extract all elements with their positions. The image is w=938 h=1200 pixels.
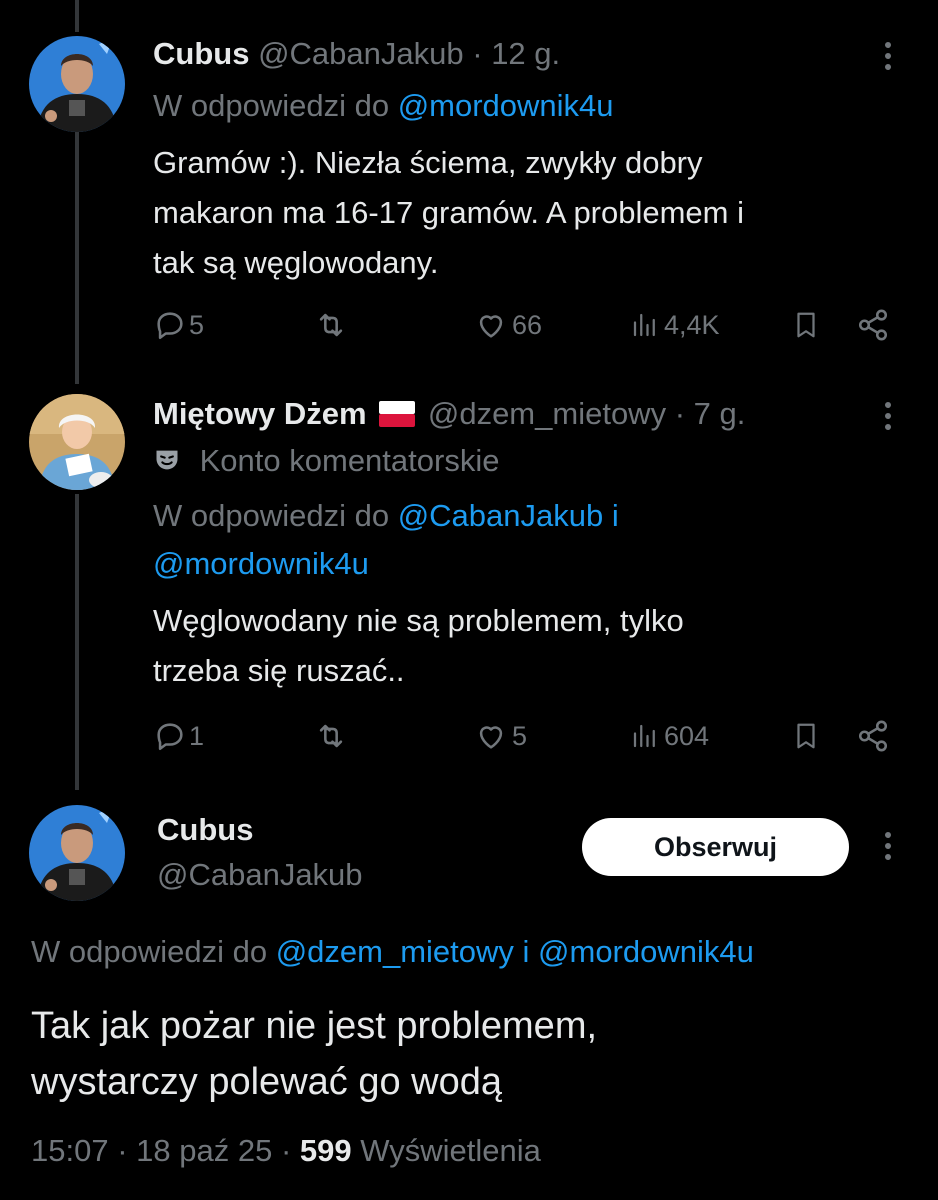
tweet-meta: 15:07 · 18 paź 25 · 599 Wyświetlenia: [31, 1133, 541, 1169]
like-icon: [479, 315, 503, 338]
post-time[interactable]: 15:07: [31, 1133, 109, 1168]
like-icon: [479, 726, 503, 749]
action-bar: 5 66 4,4K: [153, 305, 893, 345]
tweet-text: Tak jak pożar nie jest problemem, wystar…: [31, 998, 597, 1110]
handle[interactable]: @CabanJakub: [258, 36, 464, 71]
share-icon: [858, 720, 888, 752]
reply-button[interactable]: 5: [153, 305, 204, 345]
views-button[interactable]: 604: [630, 716, 709, 756]
tweet-text: Węglowodany nie są problemem, tylko trze…: [153, 596, 684, 696]
badge-label: Konto komentatorskie: [199, 443, 500, 478]
reply-prefix: W odpowiedzi do: [153, 498, 390, 533]
bookmark-button[interactable]: [791, 716, 821, 756]
text-line: Gramów :). Niezła ściema, zwykły dobry: [153, 145, 703, 180]
views-button[interactable]: 4,4K: [630, 305, 720, 345]
separator: ·: [472, 36, 483, 71]
avatar[interactable]: [29, 36, 125, 132]
handle[interactable]: @dzem_mietowy: [428, 396, 666, 431]
avatar[interactable]: [29, 394, 125, 490]
display-name[interactable]: Cubus: [153, 36, 249, 71]
views-label: Wyświetlenia: [360, 1133, 541, 1168]
text-line: trzeba się ruszać..: [153, 653, 405, 688]
text-line: wystarczy polewać go wodą: [31, 1061, 502, 1103]
timestamp[interactable]: 7 g.: [694, 396, 746, 431]
bookmark-icon: [797, 312, 815, 338]
thread-line-2: [75, 494, 79, 790]
bookmark-button[interactable]: [791, 305, 821, 345]
separator: ·: [280, 1133, 292, 1168]
poland-flag-icon: [379, 401, 416, 427]
post-date[interactable]: 18 paź 25: [136, 1133, 272, 1168]
tweet-header: Miętowy Dżem @dzem_mietowy · 7 g.: [153, 396, 745, 432]
reply-context: W odpowiedzi do @mordownik4u: [153, 88, 614, 124]
text-line: makaron ma 16-17 gramów. A problemem i: [153, 195, 744, 230]
reply-button[interactable]: 1: [153, 716, 204, 756]
display-name[interactable]: Miętowy Dżem: [153, 396, 367, 431]
retweet-button[interactable]: [313, 716, 349, 756]
bookmark-icon: [797, 723, 815, 749]
handle[interactable]: @CabanJakub: [157, 857, 363, 893]
views-icon: [633, 313, 655, 337]
reply-count: 5: [189, 309, 205, 340]
reply-context-line-2: @mordownik4u: [153, 546, 369, 582]
thread-line-1: [75, 132, 79, 384]
account-badge: Konto komentatorskie: [153, 443, 499, 479]
text-line: tak są węglowodany.: [153, 245, 439, 280]
tweet-text: Gramów :). Niezła ściema, zwykły dobry m…: [153, 138, 744, 288]
like-count: 5: [512, 720, 528, 751]
mention-link[interactable]: @CabanJakub i: [398, 498, 619, 533]
views-count: 604: [664, 720, 710, 751]
views-count: 4,4K: [664, 309, 720, 340]
reply-count: 1: [189, 720, 205, 751]
mention-link[interactable]: @mordownik4u: [153, 546, 369, 581]
views-count: 599: [299, 1133, 352, 1168]
reply-icon: [157, 312, 183, 340]
retweet-icon: [319, 313, 343, 337]
separator: ·: [117, 1133, 128, 1168]
theater-mask-icon: [156, 450, 178, 470]
more-icon[interactable]: [885, 402, 893, 435]
avatar[interactable]: [29, 805, 125, 901]
like-count: 66: [512, 309, 543, 340]
tweet-header: Cubus @CabanJakub · 12 g.: [153, 36, 560, 72]
reply-context: W odpowiedzi do @CabanJakub i: [153, 498, 619, 534]
share-button[interactable]: [856, 716, 890, 756]
retweet-icon: [319, 724, 343, 748]
retweet-button[interactable]: [313, 305, 349, 345]
mention-link[interactable]: @mordownik4u: [398, 88, 614, 123]
text-line: Węglowodany nie są problemem, tylko: [153, 603, 684, 638]
action-bar: 1 5 604: [153, 716, 893, 756]
share-icon: [858, 309, 888, 341]
share-button[interactable]: [856, 305, 890, 345]
like-button[interactable]: 5: [473, 716, 527, 756]
like-button[interactable]: 66: [473, 305, 542, 345]
display-name[interactable]: Cubus: [157, 812, 253, 848]
more-icon[interactable]: [885, 42, 893, 75]
reply-icon: [157, 723, 183, 751]
reply-context: W odpowiedzi do @dzem_mietowy i @mordown…: [31, 934, 754, 970]
more-icon[interactable]: [885, 832, 893, 865]
timestamp[interactable]: 12 g.: [491, 36, 560, 71]
views-icon: [633, 724, 655, 748]
text-line: Tak jak pożar nie jest problemem,: [31, 1005, 598, 1047]
separator: ·: [674, 396, 686, 431]
thread-line-top: [75, 0, 79, 32]
reply-prefix: W odpowiedzi do: [153, 88, 390, 123]
follow-button[interactable]: Obserwuj: [582, 818, 849, 876]
reply-prefix: W odpowiedzi do: [31, 934, 268, 969]
mention-links[interactable]: @dzem_mietowy i @mordownik4u: [276, 934, 754, 969]
